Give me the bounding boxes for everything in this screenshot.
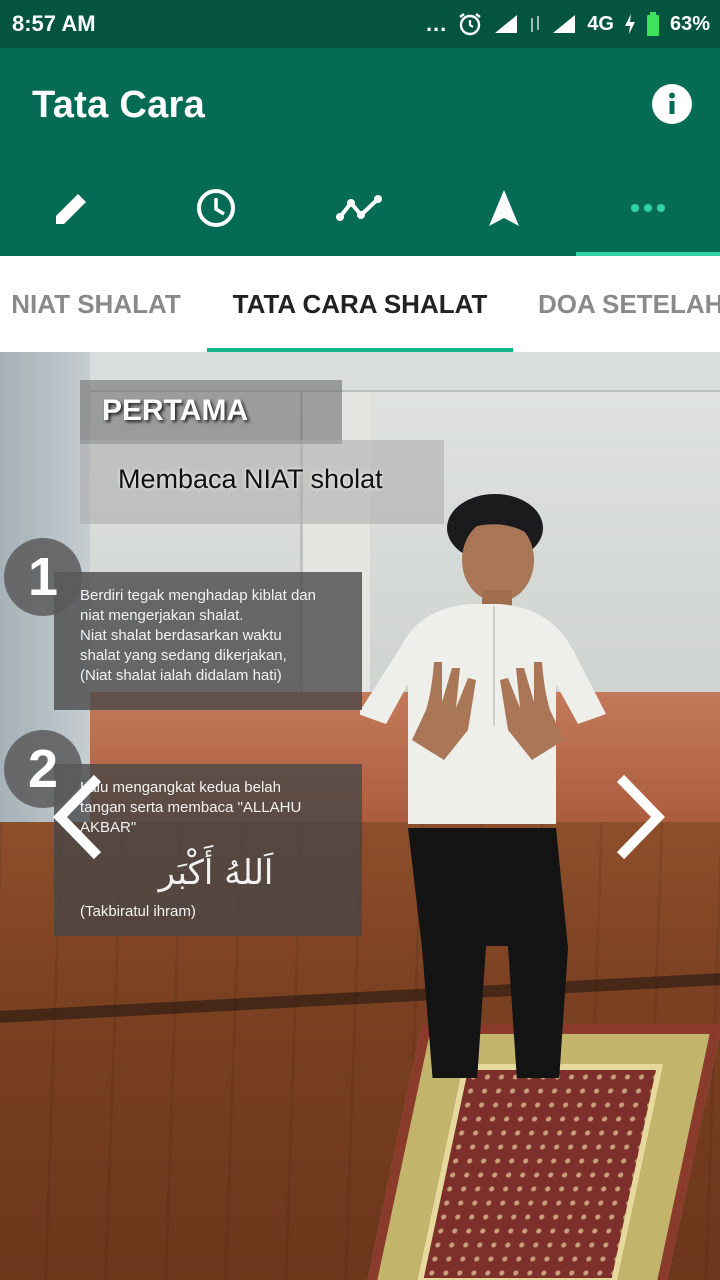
status-icons: ... 4G 63% <box>426 9 710 39</box>
step-1-card: Berdiri tegak menghadap kiblat dan niat … <box>54 572 362 710</box>
tab-more[interactable] <box>576 160 720 256</box>
tab-edit[interactable] <box>0 160 144 256</box>
step-1-text-line: Niat shalat berdasarkan waktu <box>80 627 282 644</box>
step-2-text-line: AKBAR" <box>80 819 137 836</box>
step-heading-card: PERTAMA <box>80 380 342 444</box>
step-1-text-line: niat mengerjakan shalat. <box>80 607 244 624</box>
battery-percent: 63% <box>669 12 710 35</box>
step-1-text-line: (Niat shalat ialah didalam hati) <box>80 667 282 684</box>
person-figure <box>360 494 606 1078</box>
charging-icon <box>624 14 635 34</box>
navigation-icon <box>489 190 519 226</box>
battery-icon <box>646 12 659 36</box>
tab-schedule[interactable] <box>144 160 288 256</box>
tab-tata-cara-shalat[interactable]: TATA CARA SHALAT <box>207 256 513 352</box>
step-2-note: (Takbiratul ihram) <box>80 903 196 920</box>
text-tab-bar: NIAT SHALAT TATA CARA SHALAT DOA SETELAH <box>0 256 720 352</box>
step-subheading-card: Membaca NIAT sholat <box>80 440 444 524</box>
tab-stats[interactable] <box>288 160 432 256</box>
more-dots-icon <box>631 204 665 212</box>
tab-niat-shalat[interactable]: NIAT SHALAT <box>0 256 202 352</box>
info-icon[interactable] <box>652 84 692 124</box>
more-dots: ... <box>425 11 448 36</box>
status-bar: 8:57 AM ... 4G 63% <box>0 0 720 48</box>
chevron-right-icon[interactable] <box>610 772 670 862</box>
pencil-icon <box>56 192 88 224</box>
step-heading: PERTAMA <box>102 394 249 427</box>
tab-doa-setelah[interactable]: DOA SETELAH <box>520 256 720 352</box>
page-title: Tata Cara <box>32 84 206 126</box>
trend-icon <box>336 195 382 221</box>
step-1-text-line: shalat yang sedang dikerjakan, <box>80 647 287 664</box>
signal-icon <box>495 15 518 33</box>
prayer-mat-pattern <box>416 1064 664 1280</box>
arabic-takbir: اَللهُ أَكْبَر <box>158 853 274 893</box>
step-2-text-line: Lalu mengangkat kedua belah <box>80 779 281 796</box>
step-2-text-line: tangan serta membaca "ALLAHU <box>80 799 302 816</box>
data-arrows-icon <box>531 16 540 32</box>
signal-icon <box>553 15 576 33</box>
icon-tab-bar <box>0 160 720 256</box>
network-type: 4G <box>587 12 614 35</box>
step-image-viewer: PERTAMA Membaca NIAT sholat Berdiri tega… <box>0 352 720 1280</box>
clock-icon <box>197 189 235 227</box>
app-bar: Tata Cara <box>0 48 720 256</box>
chevron-left-icon[interactable] <box>48 772 108 862</box>
step-1-text-line: Berdiri tegak menghadap kiblat dan <box>80 587 316 604</box>
alarm-icon <box>459 13 482 36</box>
status-time: 8:57 AM <box>12 11 96 36</box>
step-subheading: Membaca NIAT sholat <box>118 464 383 494</box>
tab-direction[interactable] <box>432 160 576 256</box>
step-1-number-badge: 1 <box>4 538 82 616</box>
